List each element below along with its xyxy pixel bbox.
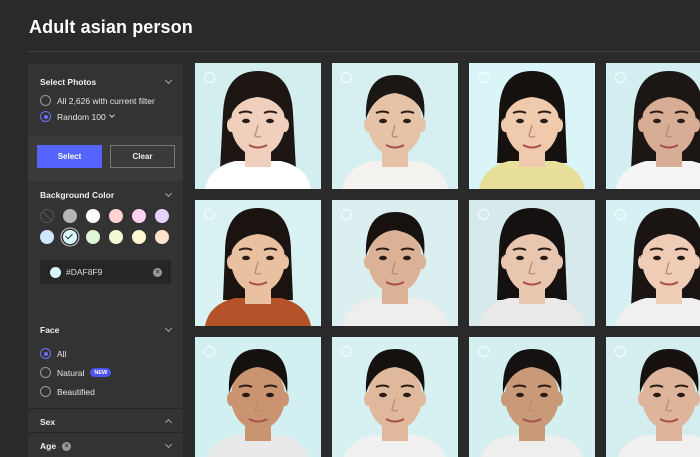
select-checkbox-icon[interactable] <box>615 346 626 357</box>
select-checkbox-icon[interactable] <box>615 209 626 220</box>
select-checkbox-icon[interactable] <box>615 72 626 83</box>
radio-face-beautified[interactable]: Beautified <box>40 386 95 397</box>
chevron-down-icon[interactable] <box>164 189 173 198</box>
radio-face-all[interactable]: All <box>40 348 66 359</box>
color-swatch[interactable] <box>132 230 146 244</box>
section-divider <box>28 408 183 409</box>
photo-tile[interactable] <box>195 63 321 189</box>
photo-tile[interactable] <box>332 200 458 326</box>
select-photos-heading: Select Photos <box>40 77 97 87</box>
select-button[interactable]: Select <box>37 145 102 168</box>
chevron-down-icon[interactable] <box>164 76 173 85</box>
section-divider <box>28 432 183 433</box>
radio-all-filtered[interactable]: All 2,626 with current filter <box>40 95 155 106</box>
color-swatch[interactable] <box>63 209 77 223</box>
photo-tile[interactable] <box>332 337 458 457</box>
portrait-image <box>469 200 595 326</box>
sex-heading[interactable]: Sex <box>40 417 55 427</box>
chevron-down-icon[interactable] <box>164 440 173 449</box>
select-checkbox-icon[interactable] <box>204 209 215 220</box>
select-photos-card: Select Photos All 2,626 with current fil… <box>28 64 183 181</box>
background-color-heading: Background Color <box>40 190 115 200</box>
select-checkbox-icon[interactable] <box>478 72 489 83</box>
color-preview-dot <box>50 266 61 278</box>
radio-selected-icon[interactable] <box>40 111 51 122</box>
face-heading: Face <box>40 325 60 335</box>
radio-icon[interactable] <box>40 95 51 106</box>
face-option-label: All <box>57 348 67 359</box>
photo-tile[interactable] <box>469 200 595 326</box>
clear-icon[interactable]: × <box>62 442 72 452</box>
select-checkbox-icon[interactable] <box>341 346 352 357</box>
face-option-label: Natural <box>57 367 85 378</box>
color-swatch[interactable] <box>86 209 100 223</box>
color-swatch[interactable] <box>40 230 54 244</box>
portrait-image <box>469 63 595 189</box>
photo-tile[interactable] <box>195 337 321 457</box>
face-filter-card: Face All Natural NEW Beautified Sex Age × <box>28 314 183 457</box>
photo-tile[interactable] <box>332 63 458 189</box>
portrait-image <box>195 63 321 189</box>
photo-tile[interactable] <box>606 63 700 189</box>
radio-random[interactable]: Random 100 <box>40 111 115 122</box>
color-hex-value: #DAF8F9 <box>66 267 103 277</box>
title-divider <box>28 51 700 52</box>
photo-tile[interactable] <box>195 200 321 326</box>
radio-icon[interactable] <box>40 386 51 397</box>
color-swatch[interactable] <box>132 209 146 223</box>
age-heading-row[interactable]: Age × <box>40 441 72 452</box>
clear-button[interactable]: Clear <box>110 145 175 168</box>
radio-all-label: All 2,626 with current filter <box>57 95 155 106</box>
portrait-image <box>332 200 458 326</box>
photo-tile[interactable] <box>606 337 700 457</box>
select-checkbox-icon[interactable] <box>478 209 489 220</box>
check-icon <box>65 231 73 240</box>
no-color-swatch[interactable] <box>40 209 54 223</box>
clear-icon[interactable]: × <box>153 268 162 277</box>
new-badge: NEW <box>90 368 112 377</box>
age-heading: Age <box>40 441 57 451</box>
color-swatch[interactable] <box>109 230 123 244</box>
select-checkbox-icon[interactable] <box>204 72 215 83</box>
color-swatch[interactable] <box>155 230 169 244</box>
portrait-image <box>469 337 595 457</box>
filter-sidebar: Select Photos All 2,626 with current fil… <box>28 64 183 457</box>
radio-random-label: Random 100 <box>57 111 106 122</box>
page-title: Adult asian person <box>29 17 193 37</box>
portrait-image <box>332 63 458 189</box>
chevron-down-icon[interactable] <box>164 324 173 333</box>
portrait-image <box>332 337 458 457</box>
photo-tile[interactable] <box>469 337 595 457</box>
color-swatch[interactable] <box>63 230 77 244</box>
radio-icon[interactable] <box>40 367 51 378</box>
chevron-down-icon[interactable] <box>108 112 115 118</box>
select-checkbox-icon[interactable] <box>341 72 352 83</box>
radio-face-natural[interactable]: Natural NEW <box>40 367 112 378</box>
portrait-image <box>195 200 321 326</box>
select-checkbox-icon[interactable] <box>478 346 489 357</box>
portrait-image <box>195 337 321 457</box>
color-swatch[interactable] <box>86 230 100 244</box>
color-swatch[interactable] <box>109 209 123 223</box>
face-option-label: Beautified <box>57 386 95 397</box>
photo-tile[interactable] <box>469 63 595 189</box>
color-hex-input[interactable]: #DAF8F9 × <box>40 260 171 284</box>
select-checkbox-icon[interactable] <box>204 346 215 357</box>
photo-tile[interactable] <box>606 200 700 326</box>
chevron-up-icon[interactable] <box>164 418 173 427</box>
select-checkbox-icon[interactable] <box>341 209 352 220</box>
color-swatch[interactable] <box>155 209 169 223</box>
radio-selected-icon[interactable] <box>40 348 51 359</box>
